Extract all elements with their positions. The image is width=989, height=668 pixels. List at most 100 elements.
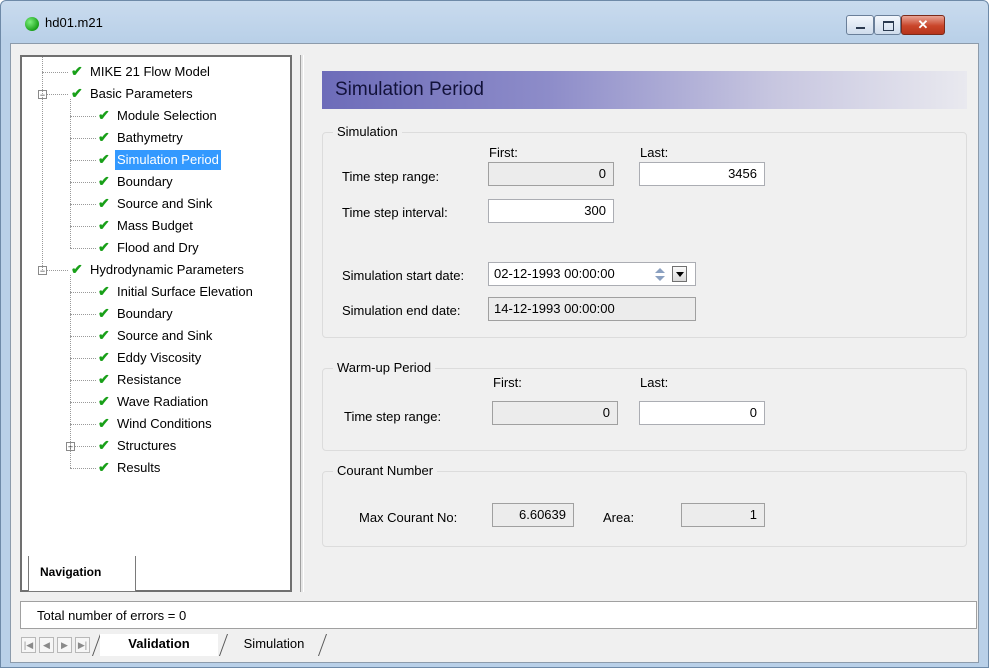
page-title: Simulation Period xyxy=(335,79,484,100)
tree-item[interactable]: + ✔ Structures xyxy=(22,436,290,456)
tree-connector xyxy=(70,160,96,161)
tree-item[interactable]: ✔ Bathymetry xyxy=(22,128,290,148)
tree-item[interactable]: ✔ Resistance xyxy=(22,370,290,390)
tree-item[interactable]: ✔ MIKE 21 Flow Model xyxy=(22,62,290,82)
max-courant-label: Max Courant No: xyxy=(359,510,458,525)
tree-item[interactable]: ✔ Source and Sink xyxy=(22,194,290,214)
area-field: 1 xyxy=(681,503,765,527)
end-date-field: 14-12-1993 00:00:00 xyxy=(488,297,696,321)
maximize-button[interactable] xyxy=(874,15,901,35)
warmup-group-title: Warm-up Period xyxy=(333,360,436,375)
close-button[interactable]: ✕ xyxy=(901,15,945,35)
tree-item-label[interactable]: Structures xyxy=(115,436,178,456)
tree-item[interactable]: ✔ Wave Radiation xyxy=(22,392,290,412)
tree-item-label[interactable]: Source and Sink xyxy=(115,194,214,214)
checkmark-icon: ✔ xyxy=(98,327,110,343)
tree-connector xyxy=(70,248,96,249)
tab-validation[interactable]: Validation xyxy=(100,634,218,656)
checkmark-icon: ✔ xyxy=(98,305,110,321)
tree-item[interactable]: ✔ Results xyxy=(22,458,290,478)
tree-item[interactable]: ✔ Flood and Dry xyxy=(22,238,290,258)
start-date-picker[interactable]: 02-12-1993 00:00:00 xyxy=(488,262,696,286)
checkmark-icon: ✔ xyxy=(71,261,83,277)
tree-item[interactable]: ✔ Boundary xyxy=(22,172,290,192)
time-step-last-field[interactable]: 3456 xyxy=(639,162,765,186)
tree-item-label[interactable]: Boundary xyxy=(115,304,175,324)
tree-item[interactable]: ✔ Module Selection xyxy=(22,106,290,126)
tree-connector xyxy=(70,424,96,425)
tree-item[interactable]: ✔ Simulation Period xyxy=(22,150,290,170)
tree-item[interactable]: − ✔ Hydrodynamic Parameters xyxy=(22,260,290,280)
tree-item-label[interactable]: Bathymetry xyxy=(115,128,185,148)
app-icon xyxy=(25,17,39,31)
tree-item[interactable]: ✔ Eddy Viscosity xyxy=(22,348,290,368)
checkmark-icon: ✔ xyxy=(71,85,83,101)
navigation-panel: ✔ MIKE 21 Flow Model − ✔ Basic Parameters ✔ Mo… xyxy=(20,55,292,592)
tree-item[interactable]: ✔ Boundary xyxy=(22,304,290,324)
tree-item-label[interactable]: MIKE 21 Flow Model xyxy=(88,62,212,82)
tree-connector xyxy=(42,57,43,270)
checkmark-icon: ✔ xyxy=(98,437,110,453)
tree-item-label[interactable]: Resistance xyxy=(115,370,183,390)
last-tab-icon[interactable]: ▶| xyxy=(75,637,90,653)
tree-item-label[interactable]: Results xyxy=(115,458,162,478)
spin-down-icon[interactable] xyxy=(655,276,665,281)
tree-item-label[interactable]: Initial Surface Elevation xyxy=(115,282,255,302)
tree-item-label[interactable]: Wave Radiation xyxy=(115,392,210,412)
tree-item-label[interactable]: Hydrodynamic Parameters xyxy=(88,260,246,280)
date-dropdown-button[interactable] xyxy=(672,266,687,282)
tree-item-label[interactable]: Eddy Viscosity xyxy=(115,348,203,368)
first-tab-icon[interactable]: |◀ xyxy=(21,637,36,653)
tab-simulation[interactable]: Simulation xyxy=(234,634,314,656)
checkmark-icon: ✔ xyxy=(98,151,110,167)
tree-item[interactable]: ✔ Initial Surface Elevation xyxy=(22,282,290,302)
tree-item-label[interactable]: Flood and Dry xyxy=(115,238,201,258)
next-tab-icon[interactable]: ▶ xyxy=(57,637,72,653)
date-spinner[interactable] xyxy=(653,265,669,283)
tree-item-label[interactable]: Mass Budget xyxy=(115,216,195,236)
tree-item-label[interactable]: Module Selection xyxy=(115,106,219,126)
checkmark-icon: ✔ xyxy=(98,415,110,431)
panel-splitter[interactable] xyxy=(300,55,304,592)
tree-item-label[interactable]: Wind Conditions xyxy=(115,414,214,434)
title-bar[interactable]: hd01.m21 ✕ xyxy=(1,1,988,43)
checkmark-icon: ✔ xyxy=(98,195,110,211)
spin-up-icon[interactable] xyxy=(655,268,665,273)
window-title: hd01.m21 xyxy=(45,15,103,30)
tree-connector xyxy=(70,402,96,403)
time-step-range-label: Time step range: xyxy=(342,169,440,184)
warmup-first-header: First: xyxy=(493,375,522,390)
start-date-value: 02-12-1993 00:00:00 xyxy=(494,266,615,281)
tree-item-label[interactable]: Simulation Period xyxy=(115,150,221,170)
checkmark-icon: ✔ xyxy=(71,63,83,79)
time-step-first-field: 0 xyxy=(488,162,614,186)
courant-group-title: Courant Number xyxy=(333,463,438,478)
tree-connector xyxy=(70,292,96,293)
tree-item-label[interactable]: Boundary xyxy=(115,172,175,192)
tree-item-label[interactable]: Basic Parameters xyxy=(88,84,195,104)
checkmark-icon: ✔ xyxy=(98,217,110,233)
tree-item[interactable]: − ✔ Basic Parameters xyxy=(22,84,290,104)
page-header: Simulation Period xyxy=(322,71,967,109)
checkmark-icon: ✔ xyxy=(98,393,110,409)
area-label: Area: xyxy=(603,510,635,525)
time-step-interval-field[interactable]: 300 xyxy=(488,199,614,223)
warmup-time-step-range-label: Time step range: xyxy=(344,409,442,424)
tree-connector xyxy=(70,380,96,381)
tree-item[interactable]: ✔ Mass Budget xyxy=(22,216,290,236)
simulation-group: Simulation First: Last: Time step range:… xyxy=(322,124,967,338)
tree-item[interactable]: ✔ Source and Sink xyxy=(22,326,290,346)
minimize-icon xyxy=(856,27,865,29)
tree-item[interactable]: ✔ Wind Conditions xyxy=(22,414,290,434)
end-date-label: Simulation end date: xyxy=(342,303,461,318)
maximize-icon xyxy=(883,21,894,31)
tree-connector xyxy=(70,204,96,205)
prev-tab-icon[interactable]: ◀ xyxy=(39,637,54,653)
tab-navigation[interactable]: Navigation xyxy=(28,556,136,592)
tree-connector xyxy=(70,116,96,117)
tree-item-label[interactable]: Source and Sink xyxy=(115,326,214,346)
warmup-last-field[interactable]: 0 xyxy=(639,401,765,425)
time-step-interval-label: Time step interval: xyxy=(342,205,448,220)
minimize-button[interactable] xyxy=(846,15,874,35)
close-icon: ✕ xyxy=(917,17,929,32)
